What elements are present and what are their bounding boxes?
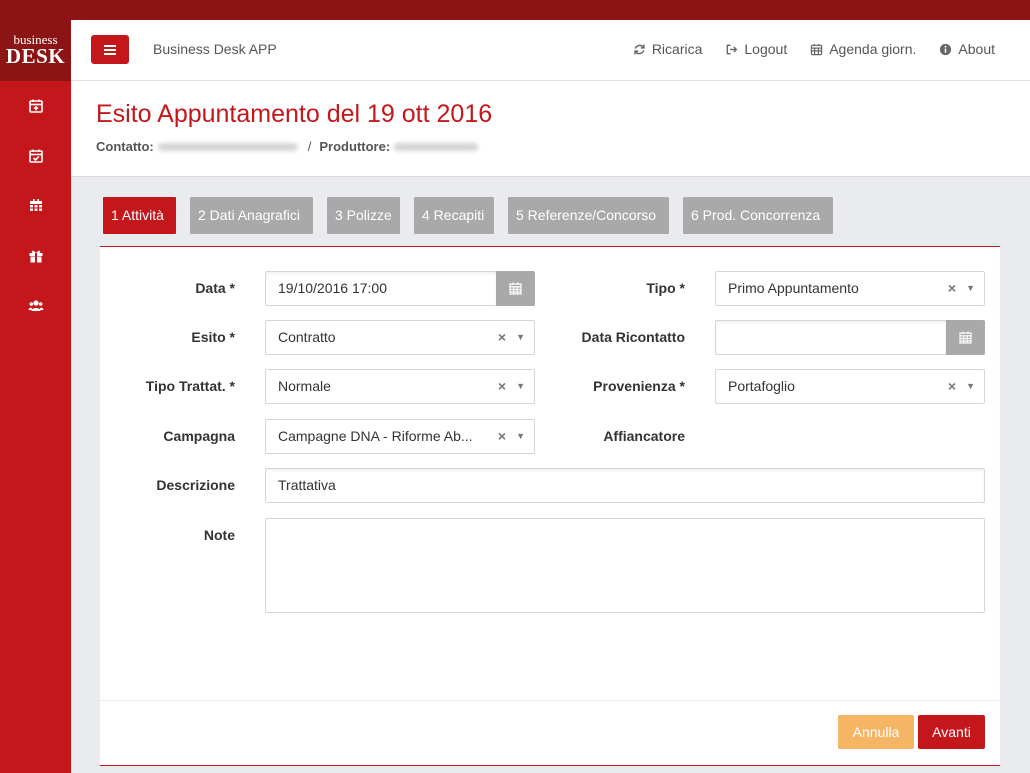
logout-icon [727,44,738,54]
tipo-trattat-chevron-down-icon[interactable]: ▼ [516,370,525,403]
contact-label: Contatto: [96,139,154,154]
nav-about[interactable]: About [939,41,995,57]
tab-referenze-concorso[interactable]: 5 Referenze/Concorso [508,197,669,234]
provenienza-chevron-down-icon[interactable]: ▼ [966,370,975,403]
nav-about-label: About [958,41,995,57]
logo[interactable]: business DESK [0,20,71,81]
gift-icon[interactable] [0,231,71,281]
campagna-clear-icon[interactable]: × [498,420,506,453]
next-button[interactable]: Avanti [918,715,985,749]
producer-label: Produttore: [319,139,391,154]
top-nav: Ricarica Logout Agenda giorn. About [633,41,995,57]
menu-toggle-button[interactable] [91,35,129,64]
descrizione-label: Descrizione [156,477,235,493]
tipo-trattat-label: Tipo Trattat. * [145,378,235,394]
tab-attivita[interactable]: 1 Attività [103,197,176,234]
contact-name-redacted [157,142,298,151]
data-ricontatto-input[interactable] [715,320,947,355]
breadcrumb: Contatto: / Produttore: [96,139,484,154]
nav-logout-label: Logout [744,41,788,57]
info-icon [940,43,952,55]
breadcrumb-separator: / [307,139,312,154]
provenienza-label: Provenienza * [593,378,685,394]
calendar-check-icon[interactable] [0,131,71,181]
refresh-icon [634,44,645,54]
esito-value: Contratto [278,329,336,345]
nav-ricarica-label: Ricarica [651,41,703,57]
cancel-button[interactable]: Annulla [838,715,914,749]
esito-chevron-down-icon[interactable]: ▼ [516,321,525,354]
logo-line2: DESK [5,44,66,68]
calendar-icon [811,43,823,55]
users-icon[interactable] [0,281,71,331]
form-footer-divider [100,700,1000,701]
data-label: Data * [195,280,235,296]
calendar-icon [509,282,522,295]
note-label: Note [203,527,235,543]
campagna-label: Campagna [163,428,235,444]
tipo-value: Primo Appuntamento [728,280,859,296]
tab-recapiti[interactable]: 4 Recapiti [414,197,494,234]
nav-logout[interactable]: Logout [725,41,787,57]
esito-label: Esito * [191,329,235,345]
calendar-icon[interactable] [0,181,71,231]
producer-name-redacted [394,142,479,151]
tab-dati-anagrafici[interactable]: 2 Dati Anagrafici [190,197,313,234]
note-textarea[interactable] [265,518,985,613]
data-ricontatto-calendar-button[interactable] [946,320,985,355]
campagna-chevron-down-icon[interactable]: ▼ [516,420,525,453]
tipo-select[interactable]: Primo Appuntamento × ▼ [715,271,985,306]
campagna-value: Campagne DNA - Riforme Ab... [278,428,473,444]
data-input[interactable]: 19/10/2016 17:00 [265,271,497,306]
calendar-plus-icon[interactable] [0,81,71,131]
top-bar [0,0,1030,20]
data-calendar-button[interactable] [496,271,535,306]
tipo-chevron-down-icon[interactable]: ▼ [966,272,975,305]
provenienza-clear-icon[interactable]: × [948,370,956,403]
data-ricontatto-label: Data Ricontatto [581,329,685,345]
tipo-clear-icon[interactable]: × [948,272,956,305]
tipo-trattat-select[interactable]: Normale × ▼ [265,369,535,404]
header: Business Desk APP Ricarica Logout Agenda… [71,20,1030,81]
campagna-select[interactable]: Campagne DNA - Riforme Ab... × ▼ [265,419,535,454]
hamburger-icon [104,44,116,55]
page-title: Esito Appuntamento del 19 ott 2016 [96,100,493,128]
nav-ricarica[interactable]: Ricarica [633,41,703,57]
affiancatore-label: Affiancatore [603,428,685,444]
provenienza-select[interactable]: Portafoglio × ▼ [715,369,985,404]
esito-select[interactable]: Contratto × ▼ [265,320,535,355]
tab-prod-concorrenza[interactable]: 6 Prod. Concorrenza [683,197,833,234]
tipo-trattat-clear-icon[interactable]: × [498,370,506,403]
tipo-trattat-value: Normale [278,378,331,394]
descrizione-input[interactable]: Trattativa [265,468,985,503]
calendar-icon [959,331,972,344]
tipo-label: Tipo * [646,280,685,296]
sidebar: business DESK [0,20,71,773]
page-header: Esito Appuntamento del 19 ott 2016 Conta… [71,81,1030,177]
esito-clear-icon[interactable]: × [498,321,506,354]
tab-polizze[interactable]: 3 Polizze [327,197,400,234]
app-title: Business Desk APP [153,41,277,57]
nav-agenda[interactable]: Agenda giorn. [810,41,916,57]
provenienza-value: Portafoglio [728,378,795,394]
nav-agenda-label: Agenda giorn. [829,41,917,57]
